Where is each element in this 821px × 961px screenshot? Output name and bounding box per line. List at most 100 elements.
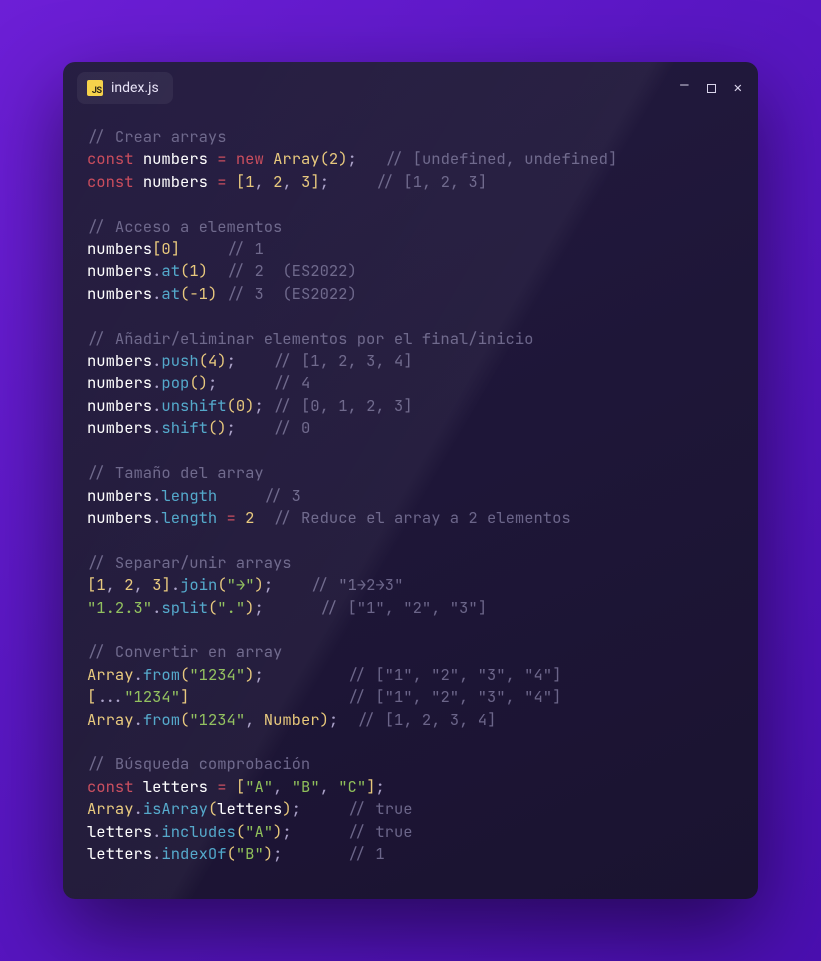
- identifier: numbers: [87, 485, 152, 506]
- comment: // ["1", "2", "3", "4"]: [347, 664, 561, 685]
- paren: ): [264, 843, 273, 864]
- comment: // true: [348, 798, 413, 819]
- string: "1234": [124, 686, 180, 707]
- comment: // 1: [347, 843, 384, 864]
- class: Array: [87, 798, 134, 819]
- filename-label: index.js: [111, 80, 159, 96]
- operator: =: [217, 171, 226, 192]
- method: push: [161, 350, 198, 371]
- file-tab[interactable]: JS index.js: [77, 72, 173, 104]
- string: ".": [217, 597, 245, 618]
- identifier: numbers: [87, 260, 152, 281]
- number: 0: [161, 238, 170, 259]
- comment: // Búsqueda comprobación: [87, 753, 310, 774]
- number: 2: [329, 148, 338, 169]
- number: 2: [124, 574, 133, 595]
- string: "1234": [189, 709, 245, 730]
- punct: ,: [282, 171, 291, 192]
- property: length: [161, 507, 217, 528]
- comment: // 3 (ES2022): [227, 283, 357, 304]
- paren: (: [217, 574, 226, 595]
- paren: (: [208, 798, 217, 819]
- comment: // Reduce el array a 2 elementos: [273, 507, 571, 528]
- punct: .: [134, 798, 143, 819]
- comment: // ["1", "2", "3", "4"]: [347, 686, 561, 707]
- punct: ;: [282, 821, 291, 842]
- paren: (: [320, 148, 329, 169]
- comment: // Tamaño del array: [87, 462, 264, 483]
- punct: .: [171, 574, 180, 595]
- method: isArray: [143, 798, 208, 819]
- comment: // [0, 1, 2, 3]: [273, 395, 413, 416]
- paren: ): [273, 821, 282, 842]
- paren: ): [338, 148, 347, 169]
- method: from: [143, 664, 180, 685]
- method: includes: [161, 821, 235, 842]
- punct: ;: [254, 597, 263, 618]
- string: "→": [227, 574, 255, 595]
- punct: ,: [255, 171, 264, 192]
- number: 1: [96, 574, 105, 595]
- paren: (): [208, 417, 227, 438]
- bracket: ]: [310, 171, 319, 192]
- punct: ;: [227, 417, 236, 438]
- paren: (: [236, 821, 245, 842]
- punct: ;: [348, 148, 357, 169]
- identifier: numbers: [87, 350, 152, 371]
- punct: ;: [320, 171, 329, 192]
- operator: =: [227, 507, 236, 528]
- comment: // Añadir/eliminar elementos por el fina…: [87, 328, 533, 349]
- method: split: [161, 597, 208, 618]
- identifier: numbers: [143, 148, 208, 169]
- method: from: [143, 709, 180, 730]
- paren: (: [180, 709, 189, 730]
- punct: ,: [106, 574, 115, 595]
- comment: // [1, 2, 3]: [376, 171, 488, 192]
- comment: // 3: [264, 485, 301, 506]
- paren: ): [255, 574, 264, 595]
- punct: ,: [273, 776, 282, 797]
- punct: ...: [96, 686, 124, 707]
- punct: ;: [273, 843, 282, 864]
- class: Array: [87, 709, 134, 730]
- method: shift: [161, 417, 208, 438]
- paren: (: [199, 350, 208, 371]
- method: at: [161, 260, 180, 281]
- property: length: [161, 485, 217, 506]
- minimize-icon[interactable]: —: [680, 78, 688, 92]
- number: 1: [189, 260, 198, 281]
- identifier: numbers: [87, 507, 152, 528]
- punct: ;: [264, 574, 273, 595]
- paren: (): [189, 372, 208, 393]
- number: 3: [301, 171, 310, 192]
- close-icon[interactable]: ✕: [734, 81, 742, 95]
- comment: // Separar/unir arrays: [87, 552, 292, 573]
- method: indexOf: [161, 843, 226, 864]
- paren: (: [227, 395, 236, 416]
- comment: // ["1", "2", "3"]: [320, 597, 487, 618]
- punct: ;: [329, 709, 338, 730]
- comment: // 4: [273, 372, 310, 393]
- identifier: numbers: [143, 171, 208, 192]
- punct: .: [134, 664, 143, 685]
- comment: // Acceso a elementos: [87, 216, 282, 237]
- comment: // 1: [227, 238, 264, 259]
- maximize-icon[interactable]: [707, 84, 716, 93]
- identifier: numbers: [87, 417, 152, 438]
- paren: ): [217, 350, 226, 371]
- punct: ;: [292, 798, 301, 819]
- method: join: [180, 574, 217, 595]
- code-editor-window: JS index.js — ✕ // Crear arrays const nu…: [63, 62, 758, 899]
- paren: (: [227, 843, 236, 864]
- string: "1234": [189, 664, 245, 685]
- comment: // [1, 2, 3, 4]: [357, 709, 497, 730]
- comment: // 2 (ES2022): [227, 260, 357, 281]
- bracket: [: [236, 776, 245, 797]
- number: 3: [152, 574, 161, 595]
- string: "A": [245, 776, 273, 797]
- method: unshift: [161, 395, 226, 416]
- number: 1: [245, 171, 254, 192]
- punct: ;: [227, 350, 236, 371]
- window-controls: — ✕: [680, 62, 742, 114]
- comment: // "1→2→3": [310, 574, 403, 595]
